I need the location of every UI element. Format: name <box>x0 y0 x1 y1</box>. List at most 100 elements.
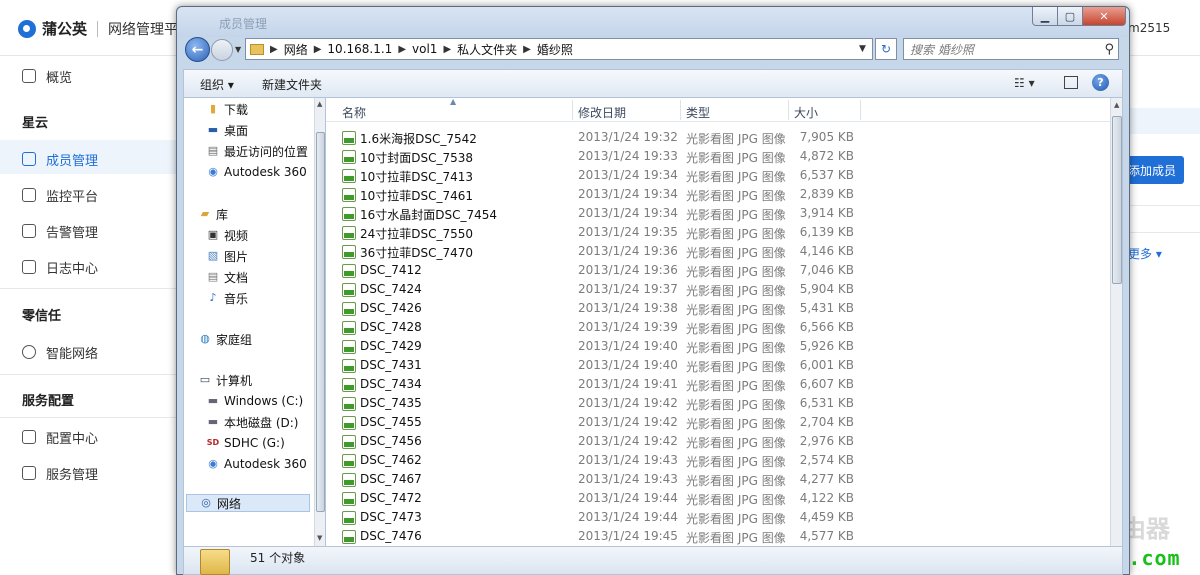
column-divider[interactable] <box>788 100 789 120</box>
nav-item-homegroup[interactable]: ◍ 家庭组 <box>198 330 252 348</box>
jpg-file-icon <box>342 188 356 202</box>
chevron-right-icon[interactable]: ▶ <box>443 44 451 55</box>
nav-item-drive-g[interactable]: SD SDHC (G:) <box>206 434 285 452</box>
file-size: 4,459 KB <box>799 510 854 524</box>
preview-pane-icon[interactable] <box>1064 76 1078 89</box>
file-row[interactable]: 36寸拉菲DSC_7470 2013/1/24 19:36 光影看图 JPG 图像 4… <box>326 242 1112 261</box>
scroll-up-arrow-icon[interactable]: ▲ <box>317 100 322 108</box>
sidebar-item-alarm[interactable]: 告警管理 <box>22 221 98 241</box>
recent-pages-dropdown[interactable]: ▼ <box>235 45 241 54</box>
file-list-scrollbar[interactable]: ▲ <box>1110 98 1122 546</box>
forward-button[interactable] <box>211 39 233 61</box>
sidebar-item-smart-network[interactable]: 智能网络 <box>22 342 98 362</box>
maximize-button[interactable]: ▢ <box>1057 7 1083 26</box>
scrollbar-thumb[interactable] <box>1112 116 1122 284</box>
refresh-button[interactable]: ↻ <box>875 38 897 60</box>
window-titlebar[interactable]: 成员管理 ▁ ▢ ✕ <box>177 7 1129 37</box>
file-row[interactable]: 10寸拉菲DSC_7461 2013/1/24 19:34 光影看图 JPG 图像 2… <box>326 185 1112 204</box>
close-button[interactable]: ✕ <box>1082 7 1126 26</box>
sidebar-item-overview[interactable]: 概览 <box>22 66 72 86</box>
nav-item-autodesk-360-2[interactable]: ◉ Autodesk 360 <box>206 455 307 473</box>
file-row[interactable]: DSC_7462 2013/1/24 19:43 光影看图 JPG 图像 2,574 … <box>326 451 1112 470</box>
nav-item-libraries[interactable]: ▰ 库 <box>198 205 228 223</box>
navigation-scrollbar[interactable]: ▲ ▼ <box>314 98 325 546</box>
organize-menu[interactable]: 组织 ▾ <box>200 76 234 93</box>
user-account[interactable]: m2515 <box>1128 21 1170 35</box>
file-row[interactable]: DSC_7429 2013/1/24 19:40 光影看图 JPG 图像 5,926 … <box>326 337 1112 356</box>
sidebar-item-service-management[interactable]: 服务管理 <box>22 463 98 483</box>
minimize-button[interactable]: ▁ <box>1032 7 1058 26</box>
file-type: 光影看图 JPG 图像 <box>686 474 786 488</box>
file-row[interactable]: DSC_7476 2013/1/24 19:45 光影看图 JPG 图像 4,577 … <box>326 527 1112 546</box>
breadcrumb-private-folder[interactable]: 私人文件夹 <box>457 41 517 58</box>
folder-icon <box>200 549 230 575</box>
search-input[interactable]: 搜索 婚纱照 ⚲ <box>903 38 1119 60</box>
column-header-name[interactable]: 名称 <box>342 104 366 121</box>
jpg-file-icon <box>342 473 356 487</box>
file-row[interactable]: 24寸拉菲DSC_7550 2013/1/24 19:35 光影看图 JPG 图像 6… <box>326 223 1112 242</box>
scroll-down-arrow-icon[interactable]: ▼ <box>317 534 322 542</box>
breadcrumb-network[interactable]: 网络 <box>284 41 308 58</box>
file-row[interactable]: 10寸拉菲DSC_7413 2013/1/24 19:34 光影看图 JPG 图像 6… <box>326 166 1112 185</box>
jpg-file-icon <box>342 302 356 316</box>
nav-item-recent[interactable]: ▤ 最近访问的位置 <box>206 142 308 160</box>
sidebar-item-log[interactable]: 日志中心 <box>22 257 98 277</box>
nav-item-pictures[interactable]: ▧ 图片 <box>206 247 248 265</box>
column-header-type[interactable]: 类型 <box>686 104 710 121</box>
file-row[interactable]: 10寸封面DSC_7538 2013/1/24 19:33 光影看图 JPG 图像 4… <box>326 147 1112 166</box>
breadcrumb-current[interactable]: 婚纱照 <box>537 41 573 58</box>
breadcrumb-host[interactable]: 10.168.1.1 <box>327 42 392 56</box>
file-row[interactable]: DSC_7472 2013/1/24 19:44 光影看图 JPG 图像 4,122 … <box>326 489 1112 508</box>
file-row[interactable]: DSC_7434 2013/1/24 19:41 光影看图 JPG 图像 6,607 … <box>326 375 1112 394</box>
nav-item-drive-c[interactable]: ▬ Windows (C:) <box>206 392 303 410</box>
address-history-dropdown[interactable]: ▼ <box>859 44 866 54</box>
column-header-size[interactable]: 大小 <box>794 104 818 121</box>
sidebar-group-zero-trust: 零信任 <box>22 309 62 324</box>
nav-item-downloads[interactable]: ▮ 下载 <box>206 100 248 118</box>
nav-item-videos[interactable]: ▣ 视频 <box>206 226 248 244</box>
file-row[interactable]: DSC_7467 2013/1/24 19:43 光影看图 JPG 图像 4,277 … <box>326 470 1112 489</box>
scroll-up-arrow-icon[interactable]: ▲ <box>1114 101 1119 109</box>
file-row[interactable]: 16寸水晶封面DSC_7454 2013/1/24 19:34 光影看图 JPG 图… <box>326 204 1112 223</box>
file-row[interactable]: DSC_7424 2013/1/24 19:37 光影看图 JPG 图像 5,904 … <box>326 280 1112 299</box>
file-row[interactable]: 1.6米海报DSC_7542 2013/1/24 19:32 光影看图 JPG 图像… <box>326 128 1112 147</box>
sidebar-item-config-center[interactable]: 配置中心 <box>22 427 98 447</box>
webapp-logo[interactable]: 蒲公英 网络管理平台 <box>18 18 192 39</box>
chevron-right-icon[interactable]: ▶ <box>523 44 531 55</box>
nav-item-autodesk-360[interactable]: ◉ Autodesk 360 <box>206 163 307 181</box>
column-header-date[interactable]: 修改日期 <box>578 104 626 121</box>
sidebar-item-member-management[interactable]: 成员管理 <box>22 149 98 169</box>
explorer-window[interactable]: 成员管理 ▁ ▢ ✕ ← ▼ ▶ 网络 ▶ 10.168.1.1 ▶ vol1 … <box>176 6 1130 575</box>
new-folder-button[interactable]: 新建文件夹 <box>262 76 322 93</box>
chevron-right-icon[interactable]: ▶ <box>314 44 322 55</box>
file-row[interactable]: DSC_7426 2013/1/24 19:38 光影看图 JPG 图像 5,431 … <box>326 299 1112 318</box>
sidebar-item-monitor[interactable]: 监控平台 <box>22 185 98 205</box>
nav-item-documents[interactable]: ▤ 文档 <box>206 268 248 286</box>
column-divider[interactable] <box>860 100 861 120</box>
chevron-right-icon[interactable]: ▶ <box>398 44 406 55</box>
chevron-right-icon[interactable]: ▶ <box>270 44 278 55</box>
file-row[interactable]: DSC_7456 2013/1/24 19:42 光影看图 JPG 图像 2,976 … <box>326 432 1112 451</box>
file-row[interactable]: DSC_7435 2013/1/24 19:42 光影看图 JPG 图像 6,531 … <box>326 394 1112 413</box>
nav-item-network[interactable]: ◎ 网络 <box>186 494 310 512</box>
back-button[interactable]: ← <box>185 37 210 62</box>
file-row[interactable]: DSC_7455 2013/1/24 19:42 光影看图 JPG 图像 2,704 … <box>326 413 1112 432</box>
file-row[interactable]: DSC_7431 2013/1/24 19:40 光影看图 JPG 图像 6,001 … <box>326 356 1112 375</box>
nav-item-desktop[interactable]: ▬ 桌面 <box>206 121 248 139</box>
nav-item-drive-d[interactable]: ▬ 本地磁盘 (D:) <box>206 413 299 431</box>
file-row[interactable]: DSC_7473 2013/1/24 19:44 光影看图 JPG 图像 4,459 … <box>326 508 1112 527</box>
more-dropdown[interactable]: 更多 ▾ <box>1128 245 1162 262</box>
breadcrumb-volume[interactable]: vol1 <box>412 42 437 56</box>
change-view-button[interactable]: ☷ ▾ <box>1014 76 1035 90</box>
file-row[interactable]: DSC_7412 2013/1/24 19:36 光影看图 JPG 图像 7,046 … <box>326 261 1112 280</box>
column-divider[interactable] <box>572 100 573 120</box>
nav-item-music[interactable]: ♪ 音乐 <box>206 289 248 307</box>
jpg-file-icon <box>342 321 356 335</box>
column-divider[interactable] <box>680 100 681 120</box>
address-bar[interactable]: ▶ 网络 ▶ 10.168.1.1 ▶ vol1 ▶ 私人文件夹 ▶ 婚纱照 <box>245 38 873 60</box>
nav-item-computer[interactable]: ▭ 计算机 <box>198 371 252 389</box>
search-icon[interactable]: ⚲ <box>1104 42 1114 57</box>
help-icon[interactable]: ? <box>1092 74 1109 91</box>
scrollbar-thumb[interactable] <box>316 132 325 512</box>
file-row[interactable]: DSC_7428 2013/1/24 19:39 光影看图 JPG 图像 6,566 … <box>326 318 1112 337</box>
